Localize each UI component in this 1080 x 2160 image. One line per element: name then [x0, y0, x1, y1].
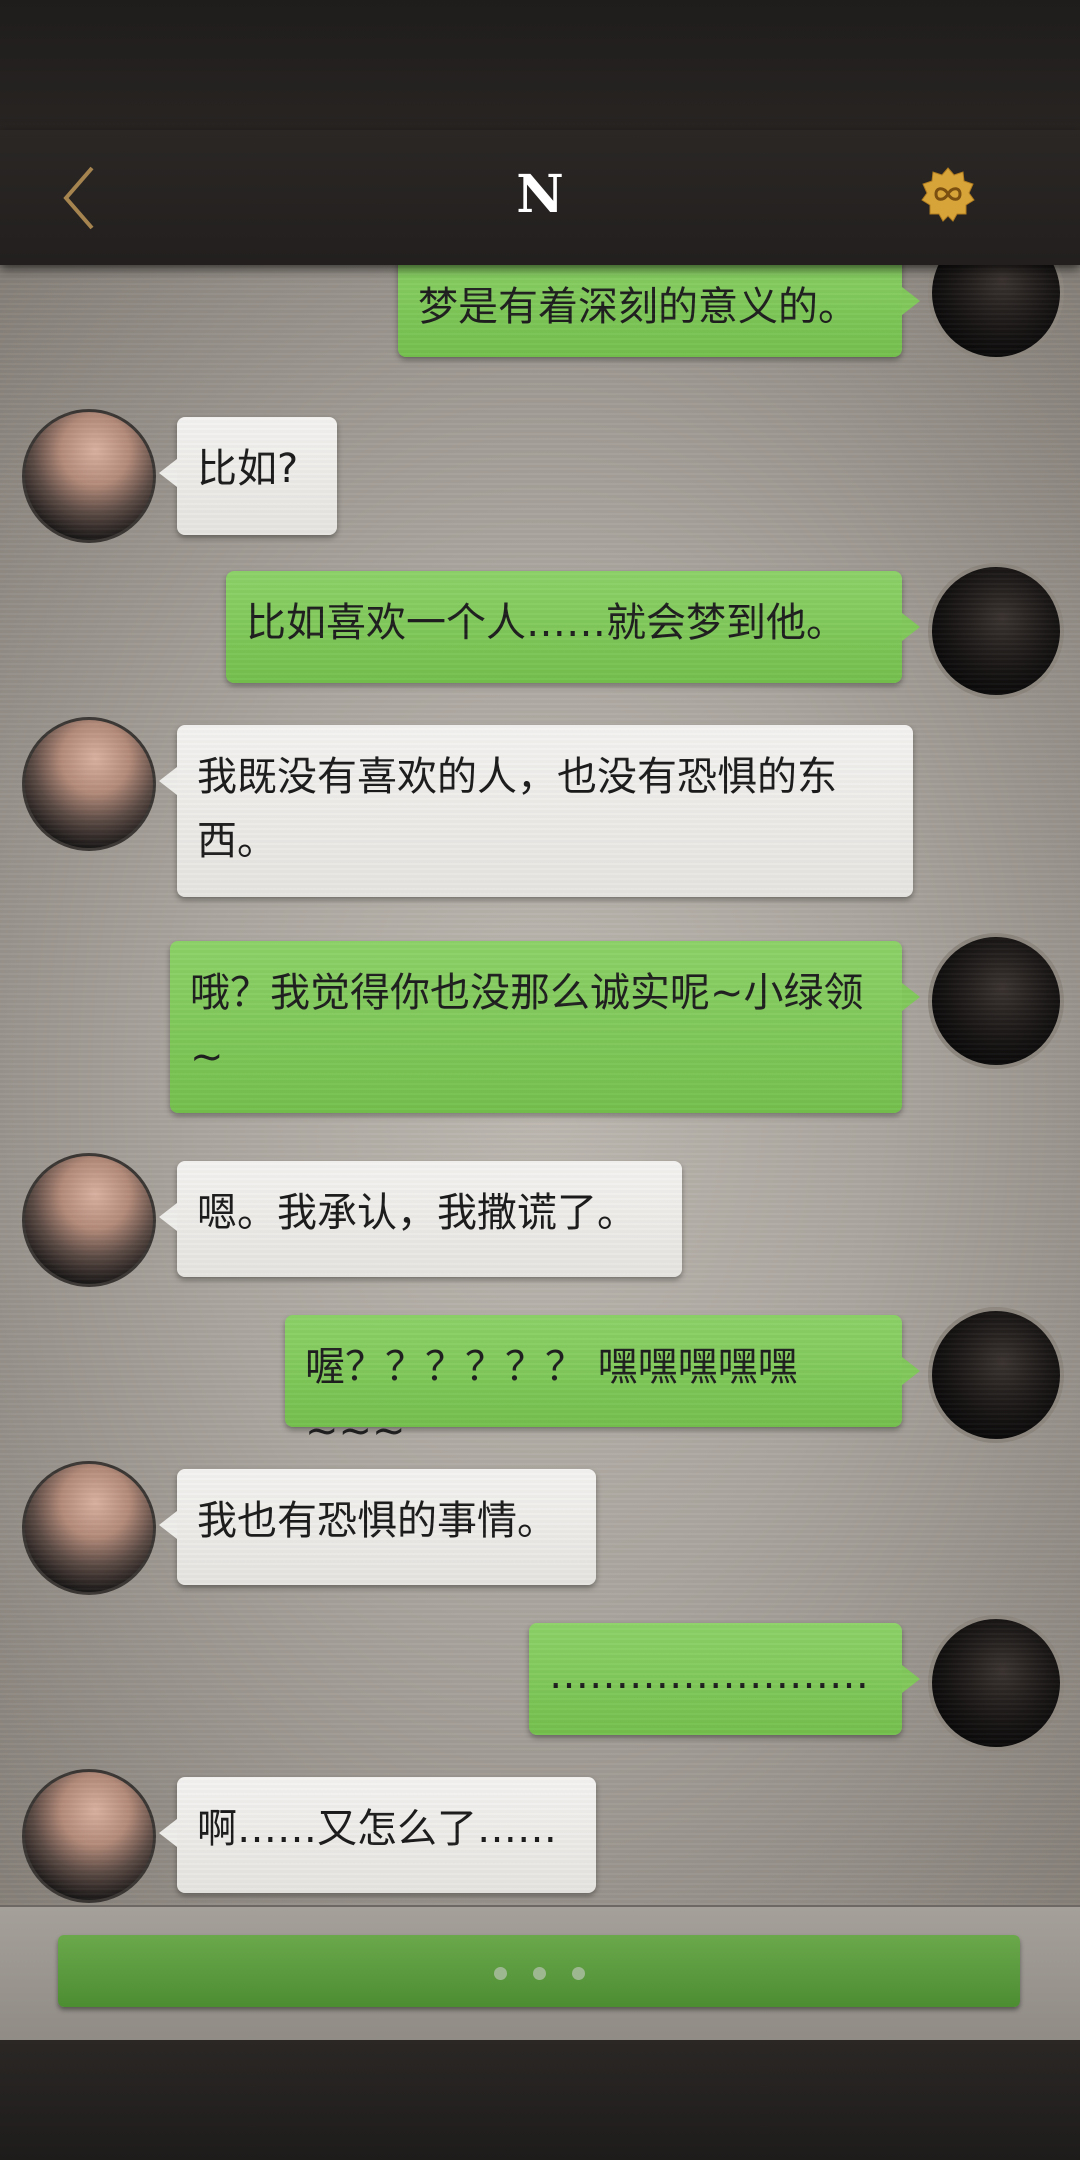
- input-bar: [0, 1905, 1080, 2042]
- message-bubble-self[interactable]: 哦？我觉得你也没那么诚实呢~小绿领~: [170, 941, 920, 1113]
- dot: [571, 1967, 585, 1980]
- message-bubble-self[interactable]: 梦是有着深刻的意义的。: [398, 265, 920, 357]
- other-avatar[interactable]: [22, 1769, 156, 1903]
- other-avatar[interactable]: [22, 1153, 156, 1287]
- other-avatar[interactable]: [22, 717, 156, 851]
- chat-header: N: [0, 130, 1080, 265]
- self-avatar[interactable]: [928, 265, 1064, 361]
- dot: [532, 1967, 546, 1980]
- self-avatar[interactable]: [928, 1307, 1064, 1443]
- message-bubble-other[interactable]: 嗯。我承认，我撒谎了。: [159, 1161, 682, 1277]
- infinity-badge-button[interactable]: [920, 166, 976, 222]
- self-avatar[interactable]: [928, 563, 1064, 699]
- self-avatar[interactable]: [928, 1615, 1064, 1751]
- message-bubble-self[interactable]: ……………………: [529, 1623, 920, 1735]
- message-bubble-other[interactable]: 我也有恐惧的事情。: [159, 1469, 596, 1585]
- self-avatar[interactable]: [928, 933, 1064, 1069]
- ellipsis-dots-icon: [58, 1965, 1020, 1984]
- chat-area[interactable]: 梦是有着深刻的意义的。 比如? 比如喜欢一个人……就会梦到他。 我既没有喜欢的人…: [0, 265, 1080, 1905]
- message-bubble-self[interactable]: 比如喜欢一个人……就会梦到他。: [226, 571, 920, 683]
- dot: [493, 1967, 507, 1980]
- status-bar: [0, 0, 1080, 130]
- message-bubble-other[interactable]: 啊……又怎么了……: [159, 1777, 596, 1893]
- message-bubble-self[interactable]: 喔？？？？？？ 嘿嘿嘿嘿嘿~~~: [285, 1315, 920, 1454]
- navigation-bar: [0, 2040, 1080, 2160]
- infinity-badge-icon: [921, 167, 975, 222]
- other-avatar[interactable]: [22, 409, 156, 543]
- chat-title: N: [516, 164, 564, 225]
- message-bubble-other[interactable]: 我既没有喜欢的人，也没有恐惧的东西。: [159, 725, 913, 897]
- other-avatar[interactable]: [22, 1461, 156, 1595]
- message-bubble-other[interactable]: 比如?: [159, 417, 337, 535]
- reply-button[interactable]: [58, 1935, 1020, 2007]
